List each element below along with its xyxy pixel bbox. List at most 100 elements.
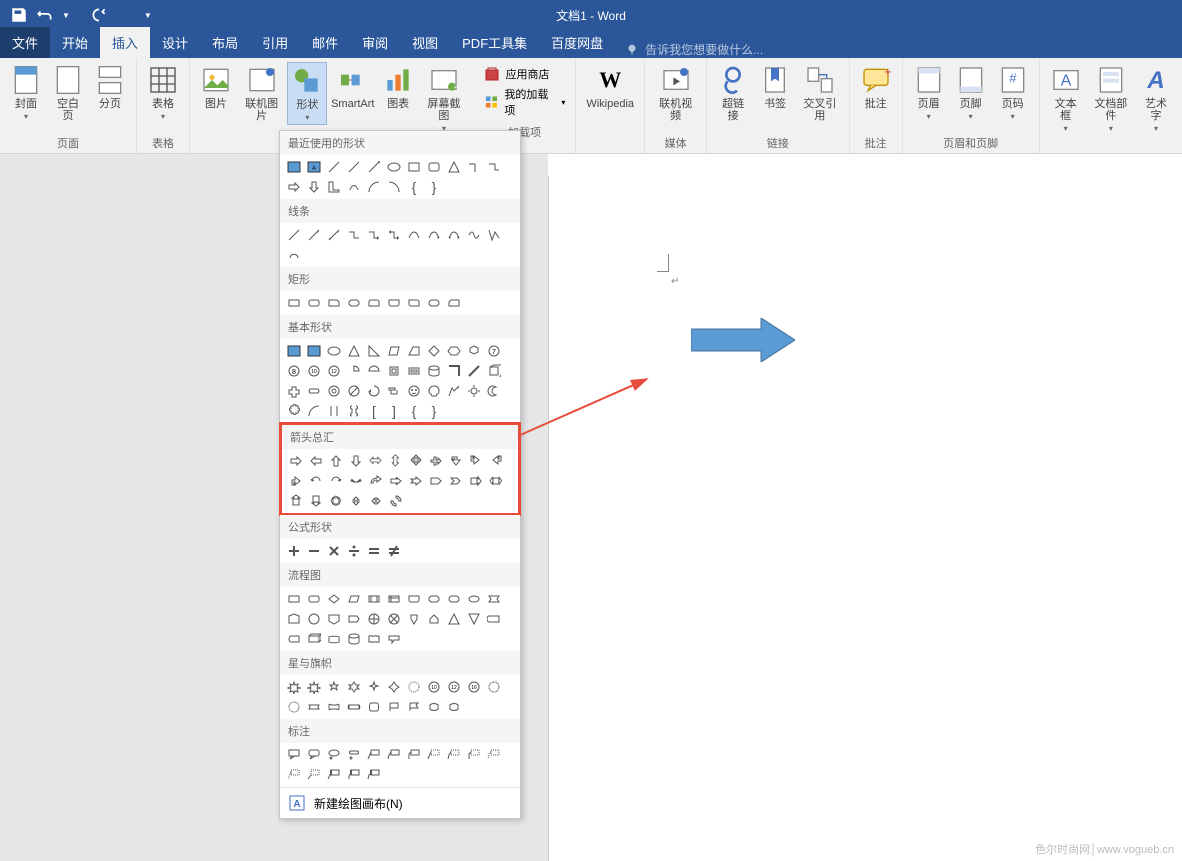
shape-basic-14[interactable]: 12 bbox=[324, 361, 344, 381]
shape-callout-15[interactable] bbox=[344, 765, 364, 785]
shape-rect-3[interactable] bbox=[324, 293, 344, 313]
shape-rect[interactable] bbox=[404, 157, 424, 177]
shape-basic-25[interactable] bbox=[324, 381, 344, 401]
shape-basic-6[interactable] bbox=[384, 341, 404, 361]
btn-bookmark[interactable]: 书签 bbox=[755, 62, 795, 112]
shape-arrow-14[interactable] bbox=[326, 471, 346, 491]
shape-basic-26[interactable] bbox=[344, 381, 364, 401]
shape-callout-5[interactable] bbox=[364, 745, 384, 765]
shape-star-2[interactable] bbox=[304, 677, 324, 697]
shape-arrow-26[interactable] bbox=[346, 491, 366, 511]
shape-flow-14[interactable] bbox=[324, 609, 344, 629]
shape-eq-2[interactable] bbox=[304, 541, 324, 561]
shape-flow-23[interactable] bbox=[284, 629, 304, 649]
shape-right-arrow[interactable] bbox=[284, 177, 304, 197]
qat-customize[interactable]: ▼ bbox=[144, 11, 152, 20]
shape-line-12[interactable] bbox=[284, 245, 304, 265]
shape-basic-31[interactable] bbox=[444, 381, 464, 401]
btn-online-video[interactable]: 联机视频 bbox=[651, 62, 700, 124]
shape-flow-16[interactable] bbox=[364, 609, 384, 629]
shape-star-15[interactable] bbox=[344, 697, 364, 717]
shape-line-3[interactable] bbox=[324, 225, 344, 245]
shape-arrow-17[interactable] bbox=[386, 471, 406, 491]
btn-textbox[interactable]: A 文本框 ▾ bbox=[1046, 62, 1086, 135]
shape-line-5[interactable] bbox=[364, 225, 384, 245]
shape-line-7[interactable] bbox=[404, 225, 424, 245]
redo-icon[interactable] bbox=[90, 6, 108, 24]
shape-callout-2[interactable] bbox=[304, 745, 324, 765]
shape-arrow-16[interactable] bbox=[366, 471, 386, 491]
shape-star-3[interactable] bbox=[324, 677, 344, 697]
btn-smartart[interactable]: SmartArt bbox=[329, 62, 376, 112]
tab-design[interactable]: 设计 bbox=[150, 27, 200, 58]
shape-flow-7[interactable] bbox=[404, 589, 424, 609]
new-drawing-canvas[interactable]: A 新建绘图画布(N) bbox=[280, 787, 520, 818]
shape-oval[interactable] bbox=[384, 157, 404, 177]
shape-basic-16[interactable] bbox=[364, 361, 384, 381]
shape-textbox-v[interactable]: A bbox=[304, 157, 324, 177]
shape-callout-4[interactable] bbox=[344, 745, 364, 765]
shape-star-8[interactable]: 10 bbox=[424, 677, 444, 697]
shape-callout-14[interactable] bbox=[324, 765, 344, 785]
tab-view[interactable]: 视图 bbox=[400, 27, 450, 58]
shape-basic-30[interactable] bbox=[424, 381, 444, 401]
btn-quick-parts[interactable]: 文档部件 ▾ bbox=[1088, 62, 1134, 135]
shape-basic-18[interactable] bbox=[404, 361, 424, 381]
shape-flow-22[interactable] bbox=[484, 609, 504, 629]
shape-flow-15[interactable] bbox=[344, 609, 364, 629]
shape-arrow-15[interactable] bbox=[346, 471, 366, 491]
shape-line-9[interactable] bbox=[444, 225, 464, 245]
shape-arrow-7[interactable] bbox=[406, 451, 426, 471]
shape-callout-3[interactable] bbox=[324, 745, 344, 765]
shape-callout-9[interactable] bbox=[444, 745, 464, 765]
shape-rect-9[interactable] bbox=[444, 293, 464, 313]
shape-eq-6[interactable] bbox=[384, 541, 404, 561]
shape-basic-21[interactable] bbox=[464, 361, 484, 381]
shape-eq-1[interactable] bbox=[284, 541, 304, 561]
shape-eq-4[interactable] bbox=[344, 541, 364, 561]
shape-arrow-27[interactable] bbox=[366, 491, 386, 511]
shape-flow-20[interactable] bbox=[444, 609, 464, 629]
btn-hyperlink[interactable]: 超链接 bbox=[713, 62, 753, 124]
shape-flow-8[interactable] bbox=[424, 589, 444, 609]
shape-arrow-8[interactable] bbox=[426, 451, 446, 471]
shape-basic-38[interactable]: [ bbox=[364, 401, 384, 421]
shape-star-6[interactable] bbox=[384, 677, 404, 697]
shape-line-8[interactable] bbox=[424, 225, 444, 245]
shape-basic-39[interactable]: ] bbox=[384, 401, 404, 421]
shape-rect-8[interactable] bbox=[424, 293, 444, 313]
tab-layout[interactable]: 布局 bbox=[200, 27, 250, 58]
shape-flow-5[interactable] bbox=[364, 589, 384, 609]
shape-basic-32[interactable] bbox=[464, 381, 484, 401]
shape-star-16[interactable] bbox=[364, 697, 384, 717]
shape-arrow-5[interactable] bbox=[366, 451, 386, 471]
shape-flow-19[interactable] bbox=[424, 609, 444, 629]
shape-basic-8[interactable] bbox=[424, 341, 444, 361]
tab-file[interactable]: 文件 bbox=[0, 27, 50, 58]
shape-basic-36[interactable] bbox=[324, 401, 344, 421]
shape-arrow-21[interactable] bbox=[466, 471, 486, 491]
shape-flow-11[interactable] bbox=[484, 589, 504, 609]
shape-basic-7[interactable] bbox=[404, 341, 424, 361]
btn-footer[interactable]: 页脚 ▾ bbox=[951, 62, 991, 123]
btn-table[interactable]: 表格 ▾ bbox=[143, 62, 183, 123]
btn-online-pictures[interactable]: 联机图片 bbox=[238, 62, 285, 124]
shape-basic-17[interactable] bbox=[384, 361, 404, 381]
shape-flow-28[interactable] bbox=[384, 629, 404, 649]
tell-me-box[interactable]: 告诉我您想要做什么... bbox=[625, 41, 763, 58]
shape-callout-16[interactable] bbox=[364, 765, 384, 785]
shape-arrow-4[interactable] bbox=[346, 451, 366, 471]
shape-elbow[interactable] bbox=[464, 157, 484, 177]
shape-callout-12[interactable] bbox=[284, 765, 304, 785]
shape-basic-41[interactable]: } bbox=[424, 401, 444, 421]
shape-down-arrow[interactable] bbox=[304, 177, 324, 197]
shape-rect-5[interactable] bbox=[364, 293, 384, 313]
shape-flow-12[interactable] bbox=[284, 609, 304, 629]
btn-pictures[interactable]: 图片 bbox=[196, 62, 236, 112]
tab-baidu[interactable]: 百度网盘 bbox=[539, 27, 615, 58]
shape-callout-10[interactable] bbox=[464, 745, 484, 765]
shape-arc2[interactable] bbox=[384, 177, 404, 197]
btn-store[interactable]: 应用商店 bbox=[484, 66, 566, 82]
shape-flow-18[interactable] bbox=[404, 609, 424, 629]
shape-line-11[interactable] bbox=[484, 225, 504, 245]
